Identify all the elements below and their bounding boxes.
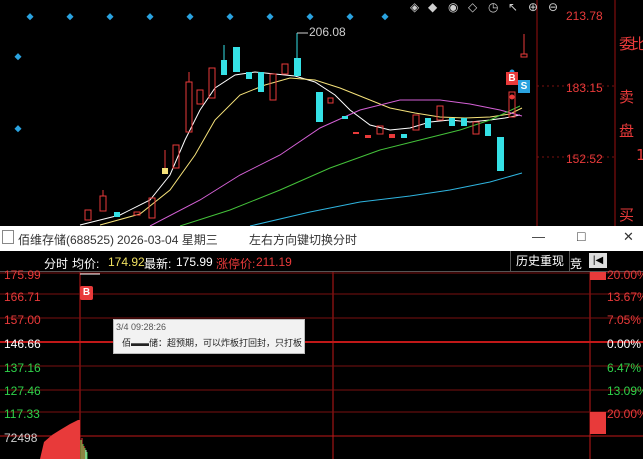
ma5-line <box>79 71 521 226</box>
intraday-svg <box>0 272 643 459</box>
pct-label-3: 0.00% <box>607 337 642 351</box>
side-char-mai: 卖 <box>619 88 635 106</box>
bid-button[interactable]: 竞 <box>570 255 582 272</box>
pct-label-6: 20.00% <box>607 407 643 421</box>
price-level-low: 152.52 <box>566 152 603 166</box>
pct-label-0: 20.00% <box>607 268 643 282</box>
zoom-out-icon[interactable]: ⊖ <box>548 0 558 14</box>
limit-value: 211.19 <box>256 255 292 269</box>
history-replay-button[interactable]: 历史重现 <box>510 251 570 271</box>
ma10-line <box>99 77 523 226</box>
side-char-buy: 买 <box>619 206 635 224</box>
side-char-pan: 盘 <box>619 122 635 140</box>
draw-icon[interactable]: ◆ <box>428 0 437 14</box>
prev-day-button[interactable]: |◀ <box>589 253 607 268</box>
price-label-3: 146.66 <box>4 337 41 351</box>
price-label-2: 157.00 <box>4 313 41 327</box>
kline-chart: ◈ ◆ ◉ ◇ ◷ ↖ ⊕ ⊖ 206.08 B S 213.78 183.15… <box>0 0 643 226</box>
candles <box>84 33 528 221</box>
sell-marker[interactable]: S <box>518 80 530 93</box>
ma60-line <box>249 172 523 226</box>
window-titlebar[interactable]: 佰维存储(688525) 2026-03-04 星期三 左右方向键切换分时 — … <box>0 226 643 251</box>
note-tooltip[interactable]: 3/4 09:28:26 佰▬▬储：超预期，可以炸板打回封，只打板 <box>113 319 305 354</box>
avg-label: 均价: <box>72 257 100 271</box>
window-title: 佰维存储(688525) <box>18 233 115 247</box>
mode-label: 分时 <box>44 257 69 271</box>
pct-label-4: 6.47% <box>607 361 642 375</box>
info-bar: 分时 均价: 174.92 最新: 175.99 涨停价: 211.19 历史重… <box>0 251 643 272</box>
minimize-button[interactable]: — <box>532 229 545 244</box>
intraday-chart: 175.99 166.71 157.00 146.66 137.16 127.4… <box>0 268 643 459</box>
limit-label: 涨停价: <box>216 257 256 271</box>
price-label-5: 127.46 <box>4 384 41 398</box>
ma30-line <box>179 105 521 226</box>
side-char-one: 1 <box>636 146 643 164</box>
pct-label-1: 13.67% <box>607 290 643 304</box>
zoom-in-icon[interactable]: ⊕ <box>528 0 538 14</box>
pct-label-2: 7.05% <box>607 313 642 327</box>
maximize-button[interactable]: □ <box>577 228 585 244</box>
app-icon <box>2 230 14 244</box>
window-date: 2026-03-04 星期三 <box>117 233 218 247</box>
last-value: 175.99 <box>176 255 213 269</box>
intraday-window: 佰维存储(688525) 2026-03-04 星期三 左右方向键切换分时 — … <box>0 226 643 459</box>
eye-icon[interactable]: ◉ <box>448 0 458 14</box>
mark-icon[interactable]: ◈ <box>410 0 419 14</box>
window-hint: 左右方向键切换分时 <box>249 233 358 247</box>
avg-value: 174.92 <box>108 255 145 269</box>
price-label-6: 117.33 <box>4 407 40 421</box>
buy-marker[interactable]: B <box>506 72 518 85</box>
peak-price-label: 206.08 <box>309 25 346 39</box>
volume-label: 72498 <box>4 431 38 445</box>
clock-icon[interactable]: ◷ <box>488 0 498 14</box>
price-level-high: 213.78 <box>566 9 603 23</box>
price-label-0: 175.99 <box>4 268 41 282</box>
arrow-icon[interactable]: ↖ <box>508 0 518 14</box>
pct-label-5: 13.09% <box>607 384 643 398</box>
price-label-4: 137.16 <box>4 361 41 375</box>
tooltip-time: 3/4 09:28:26 <box>116 322 167 332</box>
last-label: 最新: <box>144 257 172 271</box>
close-button[interactable]: ✕ <box>623 229 634 245</box>
price-label-1: 166.71 <box>4 290 41 304</box>
side-char-bi: 比 <box>631 35 643 53</box>
tooltip-text: 佰▬▬储：超预期，可以炸板打回封，只打板 <box>122 338 303 348</box>
intraday-buy-marker[interactable]: B <box>80 286 93 300</box>
price-level-mid: 183.15 <box>566 81 603 95</box>
tag-icon[interactable]: ◇ <box>468 0 477 14</box>
